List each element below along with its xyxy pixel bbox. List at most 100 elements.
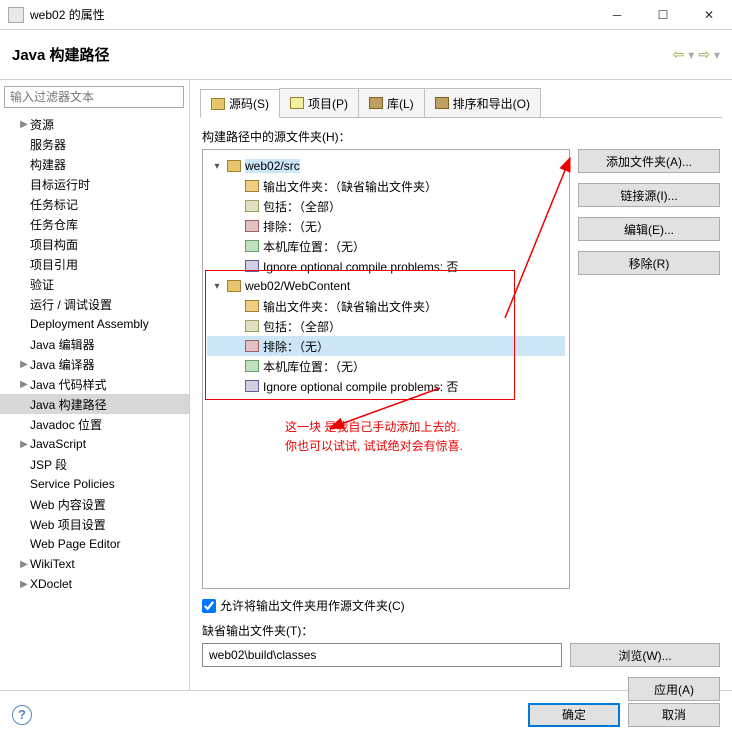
chevron-right-icon[interactable]: ▶ — [18, 379, 30, 390]
sidebar-item[interactable]: ▶Java 代码样式 — [0, 374, 189, 394]
default-output-input[interactable] — [202, 643, 562, 667]
sidebar-item-label: 资源 — [30, 116, 54, 133]
sidebar-item[interactable]: 项目引用 — [0, 254, 189, 274]
exc-icon — [245, 340, 259, 352]
sidebar-item[interactable]: 项目构面 — [0, 234, 189, 254]
sidebar-item[interactable]: ▶XDoclet — [0, 574, 189, 594]
link-source-button[interactable]: 链接源(I)... — [578, 183, 720, 207]
page-title: Java 构建路径 — [12, 44, 668, 65]
browse-button[interactable]: 浏览(W)... — [570, 643, 720, 667]
allow-output-checkbox-input[interactable] — [202, 599, 216, 613]
sidebar-item[interactable]: ▶资源 — [0, 114, 189, 134]
folder-property-node[interactable]: 本机库位置：（无） — [207, 236, 565, 256]
out-icon — [245, 180, 259, 192]
sidebar-item-label: Web 项目设置 — [30, 516, 106, 533]
sidebar-item[interactable]: Web 项目设置 — [0, 514, 189, 534]
sidebar-item-label: JavaScript — [30, 437, 86, 451]
sidebar-item[interactable]: 任务标记 — [0, 194, 189, 214]
ok-button[interactable]: 确定 — [528, 703, 620, 727]
sidebar-item-label: Java 编译器 — [30, 356, 95, 373]
folder-name: web02/src — [245, 159, 300, 173]
close-button[interactable]: ✕ — [686, 0, 732, 30]
sidebar-item[interactable]: Service Policies — [0, 474, 189, 494]
sidebar-item[interactable]: ▶WikiText — [0, 554, 189, 574]
sidebar-item[interactable]: Deployment Assembly — [0, 314, 189, 334]
default-output-label: 缺省输出文件夹(T)： — [202, 622, 720, 639]
cancel-button[interactable]: 取消 — [628, 703, 720, 727]
tab[interactable]: 项目(P) — [279, 88, 359, 117]
source-folders-label: 构建路径中的源文件夹(H)： — [202, 128, 720, 145]
folder-property-node[interactable]: Ignore optional compile problems: 否 — [207, 376, 565, 396]
sidebar-item-label: Web Page Editor — [30, 537, 121, 551]
filter-input[interactable] — [4, 86, 184, 108]
allow-output-checkbox[interactable]: 允许将输出文件夹用作源文件夹(C) — [202, 597, 720, 614]
folder-property-node[interactable]: 包括：（全部） — [207, 316, 565, 336]
property-text: 排除：（无） — [263, 218, 329, 235]
sidebar: ▶资源服务器构建器目标运行时任务标记任务仓库项目构面项目引用验证运行 / 调试设… — [0, 80, 190, 690]
sidebar-item[interactable]: Java 编辑器 — [0, 334, 189, 354]
folder-name: web02/WebContent — [245, 279, 350, 293]
lib-icon — [369, 97, 383, 109]
forward-icon[interactable]: ⇨ — [694, 46, 714, 63]
property-text: 排除：（无） — [263, 338, 329, 355]
apply-button[interactable]: 应用(A) — [628, 677, 720, 701]
tab-label: 项目(P) — [308, 95, 348, 112]
sidebar-item-label: Java 代码样式 — [30, 376, 107, 393]
sidebar-item[interactable]: ▶Java 编译器 — [0, 354, 189, 374]
property-text: 输出文件夹：（缺省输出文件夹） — [263, 298, 437, 315]
tab[interactable]: 源码(S) — [200, 89, 280, 118]
sidebar-item-label: WikiText — [30, 557, 75, 571]
sidebar-item-label: Java 编辑器 — [30, 336, 95, 353]
chevron-right-icon[interactable]: ▶ — [18, 119, 30, 130]
chevron-right-icon[interactable]: ▶ — [18, 439, 30, 450]
sidebar-item[interactable]: Web Page Editor — [0, 534, 189, 554]
source-tree[interactable]: ▾web02/src输出文件夹：（缺省输出文件夹）包括：（全部）排除：（无）本机… — [202, 149, 570, 589]
remove-button[interactable]: 移除(R) — [578, 251, 720, 275]
source-folder-node[interactable]: ▾ web02/WebContent — [207, 276, 565, 296]
exc-icon — [245, 220, 259, 232]
out-icon — [245, 300, 259, 312]
property-text: 输出文件夹：（缺省输出文件夹） — [263, 178, 437, 195]
sidebar-item[interactable]: Java 构建路径 — [0, 394, 189, 414]
add-folder-button[interactable]: 添加文件夹(A)... — [578, 149, 720, 173]
sidebar-item[interactable]: 目标运行时 — [0, 174, 189, 194]
sidebar-item[interactable]: 构建器 — [0, 154, 189, 174]
chevron-down-icon[interactable]: ▾ — [211, 161, 223, 172]
sidebar-item[interactable]: Web 内容设置 — [0, 494, 189, 514]
back-icon[interactable]: ⇦ — [668, 46, 688, 63]
folder-property-node[interactable]: 排除：（无） — [207, 216, 565, 236]
sidebar-item-label: Web 内容设置 — [30, 496, 106, 513]
folder-property-node[interactable]: 本机库位置：（无） — [207, 356, 565, 376]
nat-icon — [245, 360, 259, 372]
property-text: 包括：（全部） — [263, 198, 341, 215]
folder-property-node[interactable]: 排除：（无） — [207, 336, 565, 356]
maximize-button[interactable]: ☐ — [640, 0, 686, 30]
chevron-right-icon[interactable]: ▶ — [18, 359, 30, 370]
sidebar-item[interactable]: Javadoc 位置 — [0, 414, 189, 434]
sidebar-item[interactable]: 验证 — [0, 274, 189, 294]
help-icon[interactable]: ? — [12, 705, 32, 725]
tab[interactable]: 排序和导出(O) — [424, 88, 541, 117]
sidebar-item[interactable]: ▶JavaScript — [0, 434, 189, 454]
chevron-down-icon[interactable]: ▾ — [211, 281, 223, 292]
property-text: 包括：（全部） — [263, 318, 341, 335]
sidebar-item[interactable]: 任务仓库 — [0, 214, 189, 234]
folder-property-node[interactable]: Ignore optional compile problems: 否 — [207, 256, 565, 276]
source-folder-node[interactable]: ▾ web02/src — [207, 156, 565, 176]
chevron-right-icon[interactable]: ▶ — [18, 559, 30, 570]
sidebar-item-label: 任务仓库 — [30, 216, 78, 233]
tab[interactable]: 库(L) — [358, 88, 425, 117]
minimize-button[interactable]: ─ — [594, 0, 640, 30]
folder-property-node[interactable]: 包括：（全部） — [207, 196, 565, 216]
folder-property-node[interactable]: 输出文件夹：（缺省输出文件夹） — [207, 296, 565, 316]
nat-icon — [245, 240, 259, 252]
edit-button[interactable]: 编辑(E)... — [578, 217, 720, 241]
folder-property-node[interactable]: 输出文件夹：（缺省输出文件夹） — [207, 176, 565, 196]
sidebar-item[interactable]: 运行 / 调试设置 — [0, 294, 189, 314]
sidebar-item[interactable]: JSP 段 — [0, 454, 189, 474]
package-folder-icon — [227, 160, 241, 172]
chevron-right-icon[interactable]: ▶ — [18, 579, 30, 590]
property-text: Ignore optional compile problems: 否 — [263, 258, 458, 275]
tab-bar: 源码(S) 项目(P) 库(L)排序和导出(O) — [200, 88, 722, 118]
sidebar-item[interactable]: 服务器 — [0, 134, 189, 154]
